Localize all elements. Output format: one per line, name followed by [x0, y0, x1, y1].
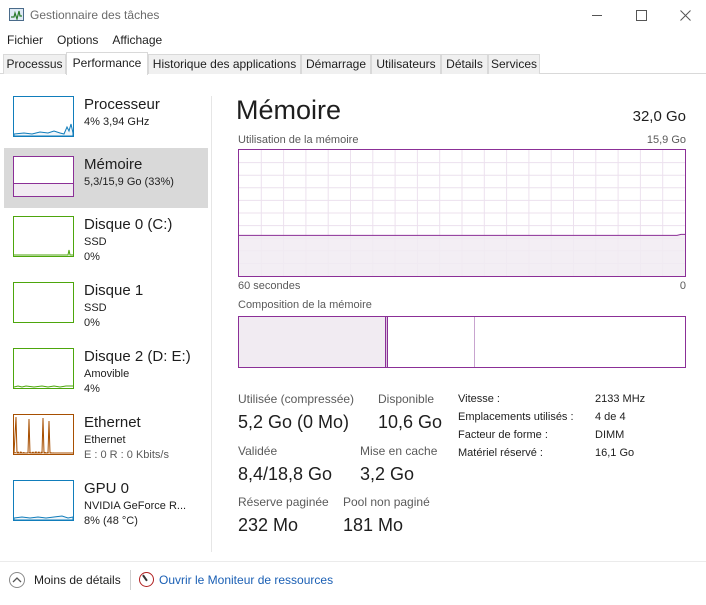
- spec-slots-value: 4 de 4: [595, 411, 626, 423]
- menu-bar: Fichier Options Affichage: [0, 31, 169, 49]
- sidebar-item-type: SSD: [84, 302, 107, 314]
- sidebar-item-gpu[interactable]: GPU 0 NVIDIA GeForce R... 8% (48 °C): [4, 472, 208, 532]
- spec-speed-value: 2133 MHz: [595, 393, 646, 405]
- cached-value: 3,2 Go: [360, 464, 415, 484]
- usage-graph-max: 15,9 Go: [646, 134, 686, 146]
- spec-slots-label: Emplacements utilisés :: [458, 411, 574, 423]
- composition-segment-free: [475, 317, 685, 367]
- sidebar-item-type: NVIDIA GeForce R...: [84, 500, 187, 512]
- sidebar-item-label: Ethernet: [84, 414, 141, 431]
- memory-usage-graph: [238, 149, 686, 277]
- usage-graph-label: Utilisation de la mémoire: [238, 134, 359, 146]
- minimize-button[interactable]: [574, 0, 620, 30]
- sidebar-item-ethernet[interactable]: Ethernet Ethernet E : 0 R : 0 Kbits/s: [4, 406, 208, 466]
- graph-time-right: 0: [679, 280, 686, 292]
- spec-reserved-label: Matériel réservé :: [458, 447, 543, 459]
- sidebar-item-label: Disque 2 (D: E:): [84, 348, 191, 365]
- graph-time-left: 60 secondes: [238, 280, 301, 292]
- paged-pool-label: Réserve paginée: [238, 495, 329, 509]
- committed-value: 8,4/18,8 Go: [238, 464, 333, 484]
- sidebar-item-detail: 0%: [84, 251, 100, 263]
- tab-performance[interactable]: Performance: [66, 52, 148, 75]
- memory-mini-graph: [13, 156, 74, 197]
- sidebar-item-disk0[interactable]: Disque 0 (C:) SSD 0%: [4, 208, 208, 268]
- sidebar-item-disk1[interactable]: Disque 1 SSD 0%: [4, 274, 208, 334]
- tab-users[interactable]: Utilisateurs: [371, 54, 441, 74]
- sidebar-item-disk2[interactable]: Disque 2 (D: E:) Amovible 4%: [4, 340, 208, 400]
- memory-total: 32,0 Go: [632, 108, 686, 125]
- used-value: 5,2 Go (0 Mo): [238, 412, 350, 432]
- tab-startup[interactable]: Démarrage: [301, 54, 371, 74]
- menu-options[interactable]: Options: [50, 31, 105, 49]
- memory-composition-graph: [238, 316, 686, 368]
- fewer-details-button[interactable]: Moins de détails: [34, 573, 121, 587]
- window-title: Gestionnaire des tâches: [30, 8, 160, 22]
- footer-divider: [0, 561, 706, 562]
- sidebar-item-memory[interactable]: Mémoire 5,3/15,9 Go (33%): [4, 148, 208, 208]
- gpu-mini-graph: [13, 480, 74, 521]
- used-label: Utilisée (compressée): [238, 392, 355, 406]
- available-value: 10,6 Go: [378, 412, 443, 432]
- committed-label: Validée: [238, 444, 278, 458]
- usage-area: [239, 234, 685, 276]
- page-title: Mémoire: [236, 95, 342, 125]
- sidebar-item-detail: 4%: [84, 383, 100, 395]
- menu-file[interactable]: Fichier: [0, 31, 50, 49]
- performance-sidebar: Processeur 4% 3,94 GHz Mémoire 5,3/15,9 …: [4, 86, 208, 548]
- nonpaged-pool-label: Pool non paginé: [343, 495, 430, 509]
- chevron-up-icon[interactable]: [9, 572, 25, 588]
- tab-bar: Processus Performance Historique des app…: [0, 52, 706, 75]
- sidebar-item-detail: 0%: [84, 317, 100, 329]
- tab-processes[interactable]: Processus: [3, 54, 66, 74]
- sidebar-item-cpu[interactable]: Processeur 4% 3,94 GHz: [4, 88, 208, 148]
- sidebar-item-detail: 5,3/15,9 Go (33%): [84, 176, 174, 188]
- disk0-mini-graph: [13, 216, 74, 257]
- resource-monitor-link[interactable]: Ouvrir le Moniteur de ressources: [159, 573, 333, 587]
- menu-view[interactable]: Affichage: [105, 31, 169, 49]
- sidebar-item-label: Disque 0 (C:): [84, 216, 173, 233]
- resource-monitor-icon[interactable]: [139, 572, 154, 587]
- task-manager-icon: [9, 8, 24, 21]
- tab-app-history[interactable]: Historique des applications: [148, 54, 301, 74]
- available-label: Disponible: [378, 392, 435, 406]
- sidebar-item-label: GPU 0: [84, 480, 130, 497]
- tab-services[interactable]: Services: [488, 54, 540, 74]
- composition-graph-label: Composition de la mémoire: [238, 299, 372, 311]
- cached-label: Mise en cache: [360, 444, 438, 458]
- close-icon: [679, 9, 691, 21]
- cpu-mini-graph: [13, 96, 74, 137]
- nonpaged-pool-value: 181 Mo: [343, 515, 404, 535]
- sidebar-item-type: Amovible: [84, 368, 130, 380]
- sidebar-item-label: Mémoire: [84, 156, 143, 173]
- disk1-mini-graph: [13, 282, 74, 323]
- sidebar-item-type: SSD: [84, 236, 107, 248]
- maximize-button[interactable]: [618, 0, 664, 30]
- tab-details[interactable]: Détails: [441, 54, 488, 74]
- spec-reserved-value: 16,1 Go: [595, 447, 635, 459]
- spec-form-factor-value: DIMM: [595, 429, 625, 441]
- sidebar-item-detail: 8% (48 °C): [84, 515, 138, 527]
- title-bar: Gestionnaire des tâches: [0, 0, 706, 30]
- sidebar-item-label: Disque 1: [84, 282, 144, 299]
- sidebar-item-label: Processeur: [84, 96, 160, 113]
- composition-segment-standby: [388, 317, 475, 367]
- sidebar-divider: [211, 96, 212, 552]
- ethernet-mini-graph: [13, 414, 74, 455]
- close-button[interactable]: [662, 0, 706, 30]
- composition-segment-in-use: [239, 317, 386, 367]
- sidebar-item-detail: E : 0 R : 0 Kbits/s: [84, 449, 169, 461]
- spec-form-factor-label: Facteur de forme :: [458, 429, 548, 441]
- sidebar-item-type: Ethernet: [84, 434, 126, 446]
- spec-speed-label: Vitesse :: [458, 393, 500, 405]
- disk2-mini-graph: [13, 348, 74, 389]
- memory-usage-chart: [239, 150, 685, 276]
- footer-separator: [130, 570, 131, 590]
- paged-pool-value: 232 Mo: [238, 515, 299, 535]
- sidebar-item-detail: 4% 3,94 GHz: [84, 116, 150, 128]
